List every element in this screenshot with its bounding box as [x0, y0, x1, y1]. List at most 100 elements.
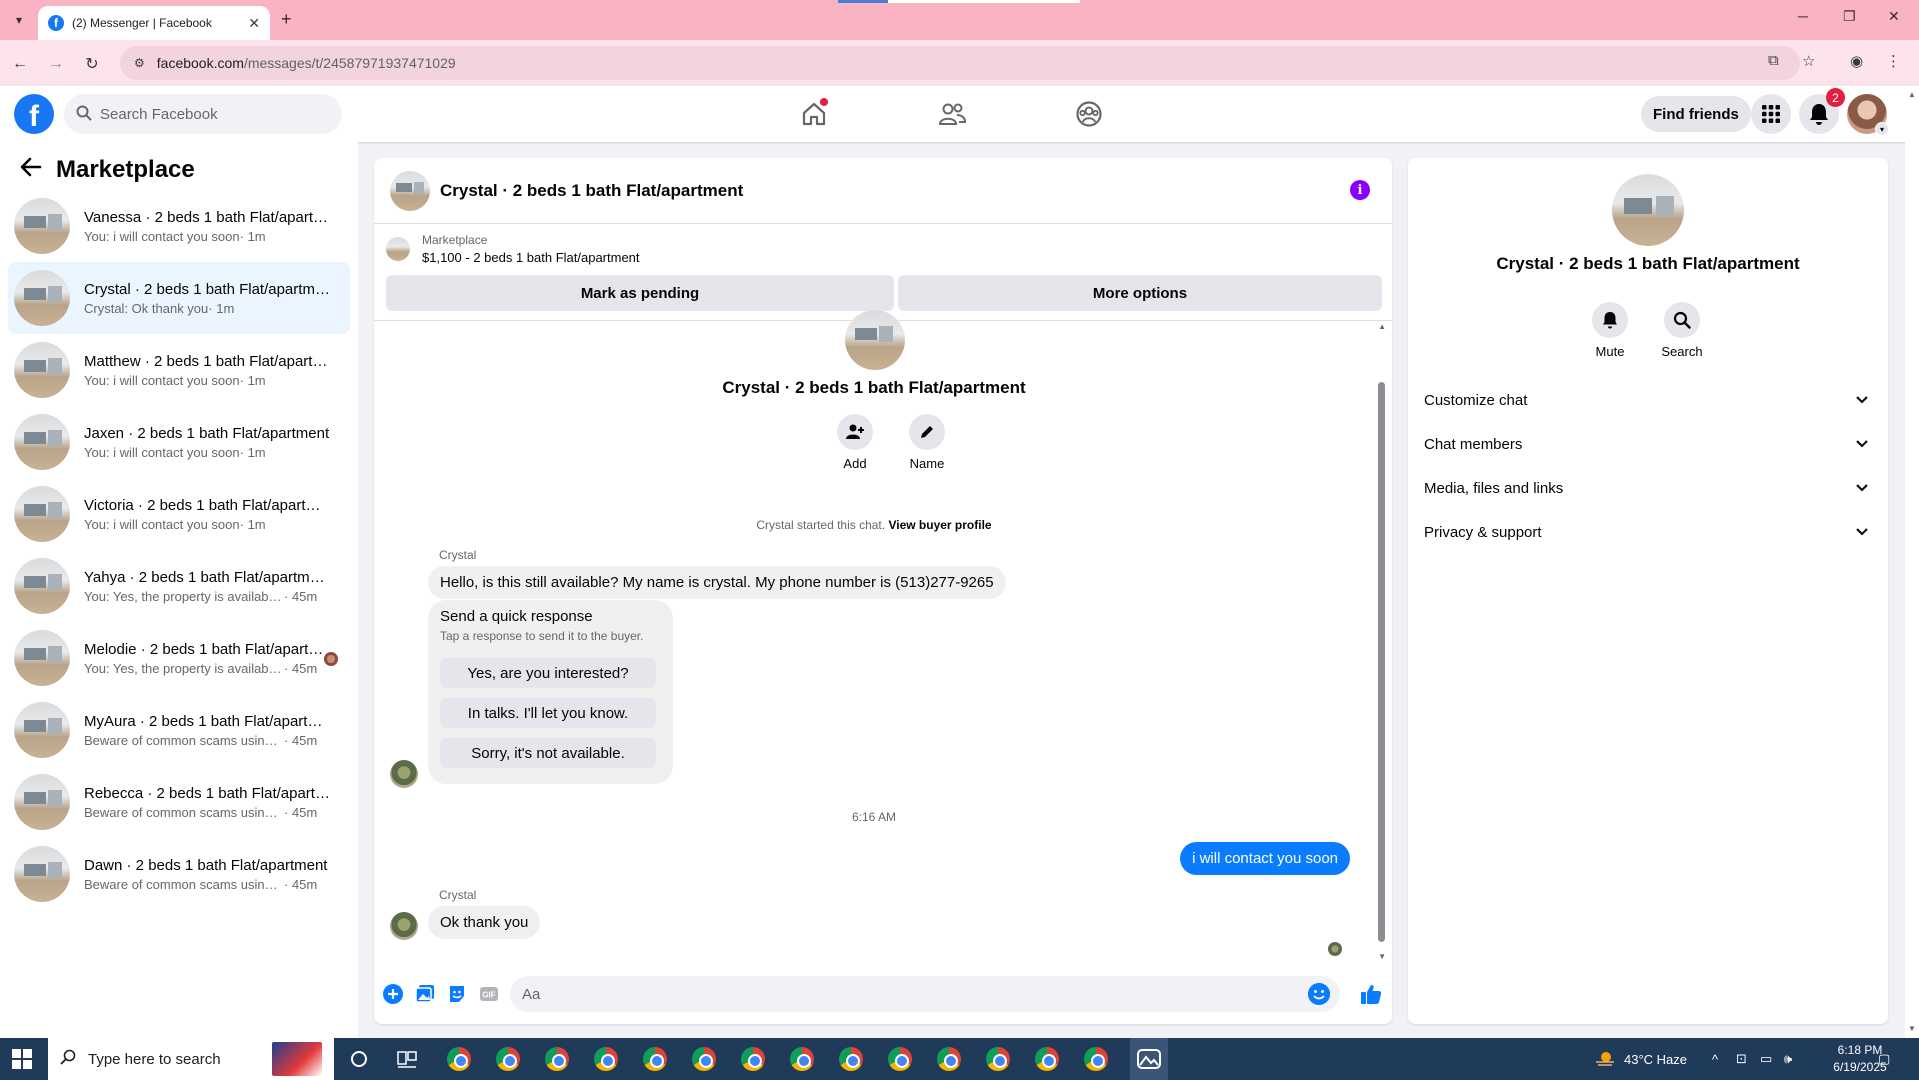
- chat-listing-thumbnail[interactable]: [390, 170, 430, 211]
- back-icon[interactable]: ←: [8, 52, 32, 76]
- site-settings-icon[interactable]: ⚙: [134, 56, 145, 70]
- facebook-search[interactable]: [64, 94, 342, 134]
- scroll-down-icon[interactable]: ▼: [1378, 952, 1386, 961]
- menu-grid-icon[interactable]: [1751, 94, 1791, 134]
- notifications-bell-icon[interactable]: 2: [1799, 88, 1845, 134]
- chrome-taskbar-icon[interactable]: [789, 1046, 815, 1072]
- media-files-links-section[interactable]: Media, files and links: [1424, 466, 1874, 510]
- facebook-logo-icon[interactable]: f: [14, 94, 54, 134]
- network-icon[interactable]: ▭: [1760, 1038, 1772, 1080]
- cortana-icon[interactable]: [346, 1046, 372, 1072]
- listing-info[interactable]: Marketplace $1,100 - 2 beds 1 bath Flat/…: [386, 233, 640, 265]
- show-hidden-icons-chevron-up-icon[interactable]: ^: [1712, 1038, 1718, 1080]
- forward-icon[interactable]: →: [44, 52, 68, 76]
- page-scroll-up-icon[interactable]: ▲: [1908, 90, 1916, 99]
- conversation-item[interactable]: Jaxen · 2 beds 1 bath Flat/apartment You:…: [8, 406, 350, 478]
- sender-avatar[interactable]: [390, 912, 418, 940]
- search-icon[interactable]: [1664, 302, 1700, 338]
- facebook-search-input[interactable]: [100, 105, 320, 123]
- mark-as-pending-button[interactable]: Mark as pending: [386, 275, 894, 311]
- profile-icon[interactable]: ◉: [1850, 52, 1863, 70]
- conversation-item-active[interactable]: Crystal · 2 beds 1 bath Flat/apartment Cr…: [8, 262, 350, 334]
- scroll-up-icon[interactable]: ▲: [1378, 322, 1386, 331]
- plus-circle-icon[interactable]: [382, 983, 404, 1005]
- chrome-taskbar-icon[interactable]: [642, 1046, 668, 1072]
- quick-response-in-talks-button[interactable]: In talks. I'll let you know.: [440, 698, 656, 728]
- info-icon[interactable]: i: [1350, 180, 1370, 200]
- chrome-taskbar-icon[interactable]: [838, 1046, 864, 1072]
- page-scrollbar[interactable]: ▲ ▼: [1905, 86, 1919, 1038]
- quick-response-yes-button[interactable]: Yes, are you interested?: [440, 658, 656, 688]
- outgoing-message-bubble[interactable]: i will contact you soon: [1180, 842, 1350, 875]
- message-scrollbar[interactable]: [1378, 382, 1385, 942]
- chrome-taskbar-icon[interactable]: [1034, 1046, 1060, 1072]
- chrome-taskbar-icon[interactable]: [691, 1046, 717, 1072]
- pencil-icon[interactable]: [909, 414, 945, 450]
- windows-start-icon[interactable]: [12, 1049, 32, 1069]
- back-arrow-icon[interactable]: [20, 157, 42, 183]
- conversation-item[interactable]: Melodie · 2 beds 1 bath Flat/apartment Yo…: [8, 622, 350, 694]
- weather-widget[interactable]: 43°C Haze: [1594, 1038, 1687, 1080]
- chrome-taskbar-icon[interactable]: [446, 1046, 472, 1072]
- photos-app-icon[interactable]: [1130, 1038, 1168, 1080]
- chrome-taskbar-icon[interactable]: [887, 1046, 913, 1072]
- message-input[interactable]: [522, 985, 1282, 1003]
- taskbar-search[interactable]: [48, 1038, 334, 1080]
- add-person-icon[interactable]: [837, 414, 873, 450]
- restore-icon[interactable]: ❐: [1843, 8, 1856, 25]
- sender-avatar[interactable]: [390, 760, 418, 788]
- quick-response-not-available-button[interactable]: Sorry, it's not available.: [440, 738, 656, 768]
- photo-icon[interactable]: [414, 983, 436, 1005]
- tab-close-icon[interactable]: ✕: [248, 15, 260, 32]
- gif-icon[interactable]: GIF: [478, 983, 500, 1005]
- page-scroll-down-icon[interactable]: ▼: [1908, 1024, 1916, 1033]
- chrome-taskbar-icon[interactable]: [1083, 1046, 1109, 1072]
- account-chevron-down-icon[interactable]: ▾: [1875, 122, 1889, 136]
- chat-members-section[interactable]: Chat members: [1424, 422, 1874, 466]
- tab-search-dropdown-icon[interactable]: ▾: [8, 9, 30, 31]
- taskbar-search-input[interactable]: [88, 1050, 268, 1068]
- browser-tab-messenger[interactable]: f (2) Messenger | Facebook ✕: [38, 6, 270, 40]
- chrome-taskbar-icon[interactable]: [544, 1046, 570, 1072]
- conversation-item[interactable]: Rebecca · 2 beds 1 bath Flat/apartment Be…: [8, 766, 350, 838]
- view-buyer-profile-link[interactable]: View buyer profile: [888, 518, 991, 532]
- search-conversation-action[interactable]: Search: [1652, 302, 1712, 359]
- search-highlight-image[interactable]: [272, 1042, 322, 1076]
- name-chat-action[interactable]: Name: [897, 414, 957, 471]
- customize-chat-section[interactable]: Customize chat: [1424, 378, 1874, 422]
- chat-title[interactable]: Crystal · 2 beds 1 bath Flat/apartment: [440, 181, 743, 201]
- thumbs-up-icon[interactable]: [1360, 983, 1382, 1005]
- home-icon[interactable]: [798, 98, 830, 130]
- address-bar[interactable]: ⚙ facebook.com/messages/t/24587971937471…: [120, 46, 1800, 80]
- conversation-item[interactable]: Yahya · 2 beds 1 bath Flat/apartment You:…: [8, 550, 350, 622]
- message-input-container[interactable]: [510, 976, 1340, 1012]
- sticker-icon[interactable]: [446, 983, 468, 1005]
- chrome-taskbar-icon[interactable]: [936, 1046, 962, 1072]
- chrome-taskbar-icon[interactable]: [495, 1046, 521, 1072]
- conversation-item[interactable]: Victoria · 2 beds 1 bath Flat/apartment Y…: [8, 478, 350, 550]
- privacy-support-section[interactable]: Privacy & support: [1424, 510, 1874, 554]
- incoming-message-bubble[interactable]: Hello, is this still available? My name …: [428, 566, 1006, 599]
- browser-menu-icon[interactable]: ⋮: [1886, 52, 1901, 70]
- minimize-icon[interactable]: ─: [1798, 8, 1808, 24]
- install-app-icon[interactable]: ⧉: [1768, 52, 1779, 69]
- chrome-taskbar-icon[interactable]: [593, 1046, 619, 1072]
- bookmark-star-icon[interactable]: ☆: [1802, 52, 1815, 70]
- new-tab-icon[interactable]: +: [281, 9, 292, 30]
- close-window-icon[interactable]: ✕: [1888, 8, 1900, 25]
- chrome-taskbar-icon[interactable]: [740, 1046, 766, 1072]
- chrome-taskbar-icon[interactable]: [985, 1046, 1011, 1072]
- volume-icon[interactable]: 🕪: [1784, 1038, 1792, 1080]
- reload-icon[interactable]: ↻: [80, 52, 104, 76]
- notification-center-icon[interactable]: ▢: [1878, 1038, 1890, 1080]
- add-people-action[interactable]: Add: [825, 414, 885, 471]
- emoji-icon[interactable]: [1308, 983, 1330, 1005]
- friends-icon[interactable]: [936, 98, 968, 130]
- find-friends-button[interactable]: Find friends: [1641, 96, 1751, 132]
- meet-now-icon[interactable]: ⊡: [1736, 1038, 1747, 1080]
- incoming-message-bubble[interactable]: Ok thank you: [428, 906, 541, 939]
- conversation-item[interactable]: Vanessa · 2 beds 1 bath Flat/apartment Yo…: [8, 190, 350, 262]
- task-view-icon[interactable]: [394, 1046, 420, 1072]
- bell-icon[interactable]: [1592, 302, 1628, 338]
- conversation-item[interactable]: MyAura · 2 beds 1 bath Flat/apartment Bew…: [8, 694, 350, 766]
